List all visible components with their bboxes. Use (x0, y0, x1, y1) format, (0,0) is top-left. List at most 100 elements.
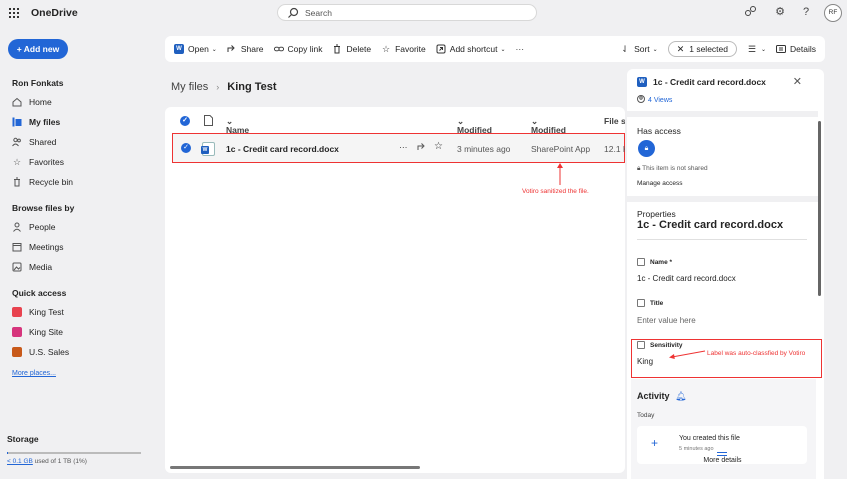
open-button[interactable]: W Open ⌄ (174, 44, 217, 54)
search-placeholder: Search (305, 7, 332, 18)
view-options-button[interactable]: ☰ ⌄ (747, 44, 766, 54)
share-icon (227, 44, 237, 54)
link-icon (273, 44, 284, 54)
breadcrumb-root[interactable]: My files (171, 81, 208, 93)
more-places-link[interactable]: More places... (12, 370, 56, 377)
column-modified[interactable]: Modified ⌄ (457, 116, 492, 135)
site-tile-icon (12, 327, 22, 337)
sidebar-item-recycle-bin[interactable]: Recycle bin (12, 175, 73, 189)
info-icon (776, 44, 787, 54)
more-options-button[interactable]: ··· (516, 44, 525, 54)
column-modified-by[interactable]: Modified By ⌄ (531, 116, 566, 145)
more-details-button[interactable]: More details (627, 457, 818, 464)
column-name[interactable]: Name ⌄ (226, 116, 249, 135)
person-icon (12, 222, 22, 232)
storage-usage: < 0.1 GB used of 1 TB (1%) (7, 458, 87, 465)
bell-icon[interactable]: 🔔︎ (675, 391, 686, 401)
chevron-down-icon: ⌄ (760, 46, 767, 53)
quick-access-heading: Quick access (12, 288, 67, 298)
sidebar-item-king-site[interactable]: King Site (12, 325, 63, 339)
plus-icon: + (651, 436, 659, 450)
gear-icon[interactable]: ⚙ (773, 5, 787, 19)
list-view-icon: ☰ (747, 43, 757, 54)
lock-share-icon[interactable]: 🔒︎ (638, 140, 655, 157)
add-shortcut-button[interactable]: Add shortcut ⌄ (436, 44, 506, 54)
command-bar: W Open ⌄ Share Copy link Delete ☆ Favorit… (165, 36, 825, 62)
premium-icon[interactable] (743, 5, 757, 19)
storage-progress-bar (7, 452, 141, 454)
delete-button[interactable]: Delete (332, 44, 371, 54)
title-field-label: Title (637, 299, 663, 307)
site-tile-icon (12, 347, 22, 357)
shortcut-icon (436, 44, 446, 54)
more-actions-icon[interactable]: ··· (399, 142, 408, 152)
views-count[interactable]: 4 Views (637, 95, 672, 105)
storage-used-link[interactable]: < 0.1 GB (7, 458, 33, 465)
title-field[interactable]: Enter value here (637, 316, 696, 325)
file-type-icon (204, 115, 213, 128)
name-field-label: Name * (637, 258, 672, 266)
sort-button[interactable]: ⇃ Sort ⌄ (620, 43, 657, 55)
file-modified-by: SharePoint App (531, 144, 591, 154)
file-list-header: ✓ Name ⌄ Modified ⌄ Modified By ⌄ File s… (165, 107, 625, 145)
person-icon (637, 95, 645, 105)
top-bar: OneDrive Search ⚙ ? RF (0, 0, 847, 28)
activity-date-group: Today (637, 412, 655, 419)
sidebar-item-shared[interactable]: Shared (12, 135, 56, 149)
add-new-button[interactable]: + Add new (8, 39, 68, 59)
select-all-checkbox[interactable]: ✓ (180, 116, 190, 126)
activity-text: You created this file (679, 435, 740, 442)
has-access-heading: Has access (637, 126, 681, 136)
annotation-arrow-up (557, 163, 563, 185)
file-name[interactable]: 1c - Credit card record.docx (226, 144, 339, 154)
sidebar-item-people[interactable]: People (12, 220, 55, 234)
details-button[interactable]: Details (776, 44, 816, 54)
sort-icon: ⇃ (621, 43, 629, 54)
column-file-size[interactable]: File size (604, 116, 625, 126)
sidebar-item-us-sales[interactable]: U.S. Sales (12, 345, 69, 359)
favorite-button[interactable]: ☆ Favorite (381, 43, 426, 55)
file-modified: 3 minutes ago (457, 144, 511, 154)
manage-access-link[interactable]: Manage access (637, 180, 683, 187)
selection-pill[interactable]: ✕ 1 selected (667, 41, 737, 57)
annotation-auto-classified: Label was auto-classfied by Votiro (707, 350, 806, 357)
sidebar-item-media[interactable]: Media (12, 260, 52, 274)
favorite-star-icon[interactable]: ☆ (434, 141, 443, 152)
sidebar-item-favorites[interactable]: ☆ Favorites (12, 155, 64, 169)
lock-icon: 🔒︎ (637, 165, 641, 172)
share-icon[interactable] (417, 142, 427, 154)
help-icon[interactable]: ? (799, 5, 813, 19)
sidebar-item-king-test[interactable]: King Test (12, 305, 64, 319)
sidebar-item-meetings[interactable]: Meetings (12, 240, 64, 254)
details-pane: W 1c - Credit card record.docx ✕ 4 Views… (627, 69, 824, 479)
app-title[interactable]: OneDrive (31, 7, 78, 19)
avatar[interactable]: RF (824, 4, 842, 22)
app-launcher-icon[interactable] (9, 8, 19, 18)
name-field[interactable]: 1c - Credit card record.docx (637, 274, 736, 283)
star-icon: ☆ (12, 156, 22, 167)
expand-icon (717, 452, 727, 456)
image-icon (12, 262, 22, 272)
folder-icon (12, 117, 22, 127)
chevron-right-icon: › (216, 82, 220, 92)
table-row[interactable]: ✓ W 1c - Credit card record.docx ··· ☆ 3… (172, 133, 625, 163)
calendar-icon (12, 242, 22, 252)
sidebar-item-my-files[interactable]: My files (12, 115, 60, 129)
file-size: 12.1 KB (604, 144, 625, 154)
star-icon: ☆ (382, 43, 391, 54)
browse-files-heading: Browse files by (12, 203, 75, 213)
sensitivity-highlight-box (631, 339, 822, 378)
search-input[interactable]: Search (277, 4, 537, 21)
word-icon: W (174, 44, 184, 54)
annotation-sanitized: Votiro sanitized the file. (522, 188, 589, 195)
share-button[interactable]: Share (227, 44, 264, 54)
copy-link-button[interactable]: Copy link (273, 44, 322, 54)
properties-title: 1c - Credit card record.docx (637, 219, 784, 231)
sidebar-item-home[interactable]: Home (12, 95, 52, 109)
vertical-scrollbar[interactable] (818, 121, 821, 296)
row-checkbox[interactable]: ✓ (181, 143, 191, 153)
chevron-down-icon: ⌄ (500, 46, 506, 53)
close-icon[interactable]: ✕ (793, 75, 802, 88)
horizontal-scrollbar[interactable] (170, 466, 420, 469)
close-icon[interactable]: ✕ (677, 44, 685, 55)
